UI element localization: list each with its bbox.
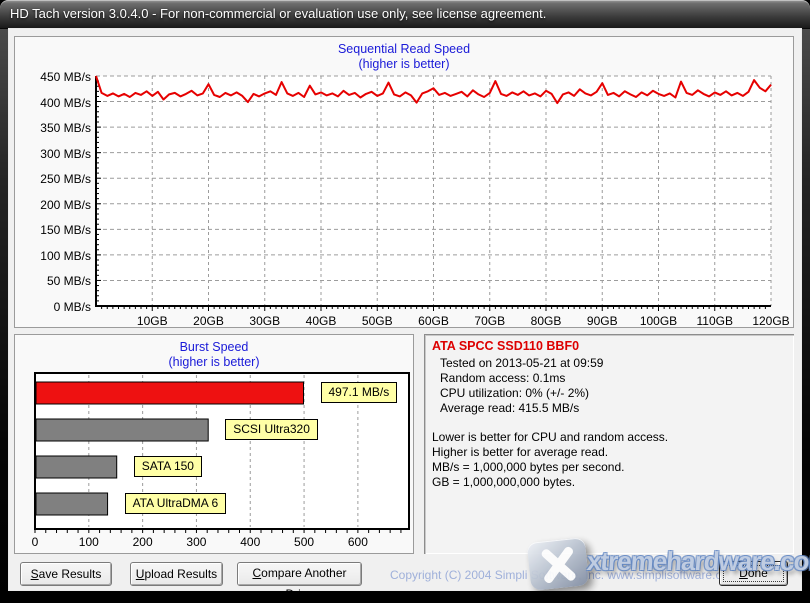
burst-x-tick-label: 0 <box>31 535 39 549</box>
drive-note-line: Lower is better for CPU and random acces… <box>432 430 669 444</box>
bar-value-label: SATA 150 <box>133 456 202 477</box>
client-area: Sequential Read Speed (higher is better)… <box>9 29 810 601</box>
upload-results-button[interactable]: Upload Results <box>130 562 223 586</box>
bar-value-label: 497.1 MB/s <box>320 382 398 403</box>
burst-chart-subtitle: (higher is better) <box>168 355 260 369</box>
burst-speed-panel: Burst Speed (higher is better) 497.1 MB/… <box>14 334 414 554</box>
burst-x-tick-label: 600 <box>347 535 368 549</box>
burst-x-tick-label: 300 <box>186 535 207 549</box>
done-label: Done <box>739 566 768 580</box>
drive-note-line: Higher is better for average read. <box>432 445 609 459</box>
burst-x-tick-label: 500 <box>294 535 315 549</box>
y-axis-tick-label: 50 MB/s <box>46 274 91 289</box>
y-axis-tick-label: 150 MB/s <box>40 223 91 238</box>
y-axis-tick-label: 0 MB/s <box>53 300 91 314</box>
drive-stats: Tested on 2013-05-21 at 09:59 Random acce… <box>432 356 786 416</box>
x-axis-tick-label: 70GB <box>474 314 506 328</box>
burst-x-tick-label: 400 <box>240 535 261 549</box>
burst-chart-title: Burst Speed <box>179 340 249 354</box>
seq-chart-subtitle: (higher is better) <box>358 57 450 71</box>
drive-name: ATA SPCC SSD110 BBF0 <box>432 339 580 353</box>
copyright-text: Copyright (C) 2004 Simpli Software, Inc.… <box>390 568 739 582</box>
x-axis-tick-label: 120GB <box>752 314 790 328</box>
y-axis-tick-label: 250 MB/s <box>40 172 91 187</box>
x-axis-tick-label: 10GB <box>136 314 168 328</box>
y-axis-tick-label: 400 MB/s <box>40 95 91 110</box>
drive-note-line: MB/s = 1,000,000 bytes per second. <box>432 460 625 474</box>
titlebar[interactable]: HD Tach version 3.0.4.0 - For non-commer… <box>0 0 810 29</box>
x-axis-tick-label: 40GB <box>305 314 337 328</box>
save-results-label: Save Results <box>30 566 102 581</box>
x-axis-tick-label: 30GB <box>249 314 281 328</box>
y-axis-tick-label: 350 MB/s <box>40 121 91 136</box>
save-results-button[interactable]: Save Results <box>20 562 112 586</box>
x-axis-tick-label: 80GB <box>530 314 562 328</box>
drive-stat-line: Random access: 0.1ms <box>440 371 566 385</box>
y-axis-tick-label: 450 MB/s <box>40 70 91 84</box>
sequential-read-panel: Sequential Read Speed (higher is better)… <box>14 36 794 328</box>
compare-another-drive-label: Compare Another Drive <box>252 566 347 601</box>
x-axis-tick-label: 100GB <box>639 314 678 328</box>
drive-note-line: GB = 1,000,000,000 bytes. <box>432 475 576 489</box>
burst-x-tick-label: 100 <box>78 535 99 549</box>
drive-notes: Lower is better for CPU and random acces… <box>432 430 786 490</box>
bar-value-label: SCSI Ultra320 <box>225 419 318 440</box>
window-title: HD Tach version 3.0.4.0 - For non-commer… <box>10 6 547 21</box>
y-axis-tick-label: 200 MB/s <box>40 197 91 212</box>
drive-stat-line: CPU utilization: 0% (+/- 2%) <box>440 386 590 400</box>
compare-another-drive-button[interactable]: Compare Another Drive <box>237 562 362 601</box>
x-axis-tick-label: 20GB <box>193 314 224 328</box>
burst-x-tick-label: 200 <box>132 535 153 549</box>
upload-results-label: Upload Results <box>135 566 218 581</box>
done-button[interactable]: Done <box>719 561 788 586</box>
sequential-read-chart <box>94 74 776 318</box>
seq-chart-title: Sequential Read Speed <box>337 42 471 56</box>
sequential-read-plot <box>95 75 772 311</box>
y-axis-tick-label: 100 MB/s <box>40 248 91 263</box>
drive-info-panel: ATA SPCC SSD110 BBF0 Tested on 2013-05-2… <box>424 334 794 554</box>
x-axis-tick-label: 60GB <box>418 314 449 328</box>
x-axis-tick-label: 90GB <box>586 314 618 328</box>
x-axis-tick-label: 50GB <box>361 314 393 328</box>
drive-stat-line: Average read: 415.5 MB/s <box>440 401 580 415</box>
x-axis-tick-label: 110GB <box>696 314 733 328</box>
y-axis-tick-label: 300 MB/s <box>40 146 91 161</box>
bar-value-label: ATA UltraDMA 6 <box>124 493 227 514</box>
app-window: HD Tach version 3.0.4.0 - For non-commer… <box>0 0 810 603</box>
drive-stat-line: Tested on 2013-05-21 at 09:59 <box>440 356 604 370</box>
